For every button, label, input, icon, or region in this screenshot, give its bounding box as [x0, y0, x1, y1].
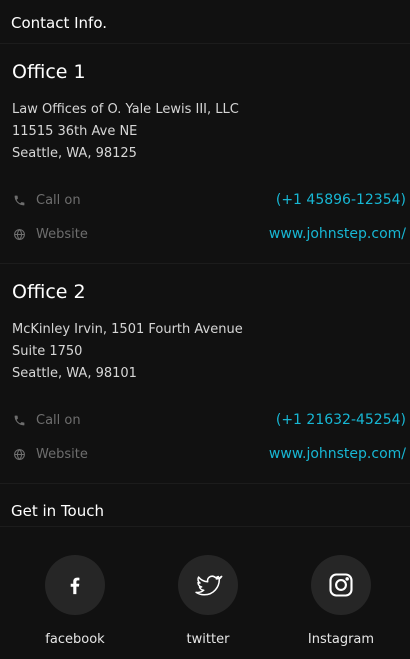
phone-icon — [12, 193, 26, 207]
social-twitter[interactable]: twitter — [158, 555, 258, 647]
address-line: Law Offices of O. Yale Lewis III, LLC — [12, 102, 239, 117]
contact-page: Contact Info. Office 1 Law Offices of O.… — [0, 0, 410, 659]
website-label: Website — [36, 226, 88, 242]
website-row: Website www.johnstep.com/ — [12, 437, 410, 471]
office-title: Office 1 — [12, 61, 86, 83]
office-title: Office 2 — [12, 281, 86, 303]
social-label: facebook — [45, 632, 105, 647]
globe-icon — [12, 447, 26, 461]
social-instagram[interactable]: Instagram — [291, 555, 391, 647]
social-label: twitter — [186, 632, 230, 647]
website-row: Website www.johnstep.com/ — [12, 217, 410, 251]
call-row: Call on (+1 21632-45254) — [12, 403, 410, 437]
website-link[interactable]: www.johnstep.com/ — [269, 446, 406, 462]
contact-info-header: Contact Info. — [0, 0, 410, 44]
website-label: Website — [36, 446, 88, 462]
social-label: Instagram — [307, 632, 375, 647]
phone-link[interactable]: (+1 21632-45254) — [276, 412, 406, 428]
address-line: Seattle, WA, 98101 — [12, 366, 137, 381]
facebook-icon[interactable] — [45, 555, 105, 615]
website-link[interactable]: www.johnstep.com/ — [269, 226, 406, 242]
address-line: 11515 36th Ave NE — [12, 124, 138, 139]
call-label: Call on — [36, 192, 81, 208]
get-in-touch-header: Get in Touch — [0, 483, 410, 527]
phone-link[interactable]: (+1 45896-12354) — [276, 192, 406, 208]
address-line: McKinley Irvin, 1501 Fourth Avenue — [12, 322, 243, 337]
address-line: Seattle, WA, 98125 — [12, 146, 137, 161]
phone-icon — [12, 413, 26, 427]
social-facebook[interactable]: facebook — [25, 555, 125, 647]
address-line: Suite 1750 — [12, 344, 83, 359]
office-card-1: Office 1 Law Offices of O. Yale Lewis II… — [0, 44, 410, 263]
call-row: Call on (+1 45896-12354) — [12, 183, 410, 217]
instagram-icon[interactable] — [311, 555, 371, 615]
globe-icon — [12, 227, 26, 241]
call-label: Call on — [36, 412, 81, 428]
social-links: facebook twitter Instagram — [0, 527, 410, 659]
office-card-2: Office 2 McKinley Irvin, 1501 Fourth Ave… — [0, 263, 410, 483]
twitter-icon[interactable] — [178, 555, 238, 615]
